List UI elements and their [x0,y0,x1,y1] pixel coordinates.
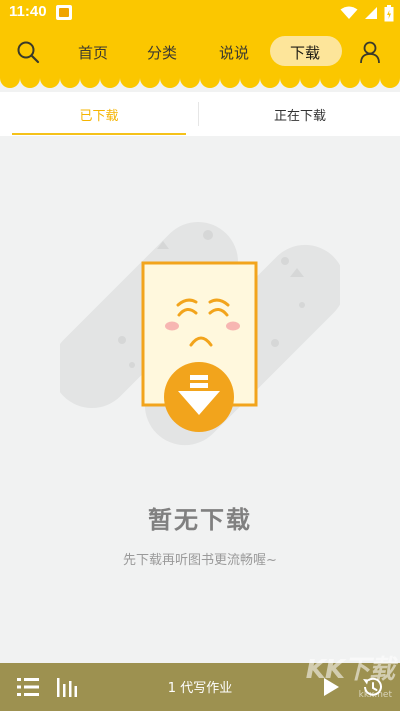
tab-downloading[interactable]: 正在下载 [200,92,400,136]
wifi-icon [340,6,358,19]
notification-icon [56,5,72,20]
status-icons [340,4,394,22]
battery-icon [384,4,394,21]
watermark-url: kkx.net [358,690,392,700]
empty-illustration [60,221,340,446]
tab-download[interactable]: 下载 [290,42,320,63]
search-icon[interactable] [16,40,40,64]
tab-downloaded[interactable]: 已下载 [0,92,198,136]
empty-subtitle: 先下载再听图书更流畅喔~ [123,553,277,568]
status-bar: 11:40 [0,0,400,26]
sub-tab-divider [198,102,199,126]
sub-tabs: 已下载 正在下载 [0,92,400,136]
tab-talk[interactable]: 说说 [219,42,249,63]
tab-category[interactable]: 分类 [147,42,177,63]
user-icon[interactable] [358,40,382,64]
tab-home[interactable]: 首页 [78,42,108,63]
status-time: 11:40 [9,3,47,20]
active-tab-indicator [12,133,186,135]
watermark-logo: KK下载 [305,655,395,685]
nav-scallop-edge [0,74,400,88]
empty-title: 暂无下载 [148,506,252,534]
signal-icon [365,7,377,19]
top-nav: 首页 分类 说说 下载 [0,26,400,76]
